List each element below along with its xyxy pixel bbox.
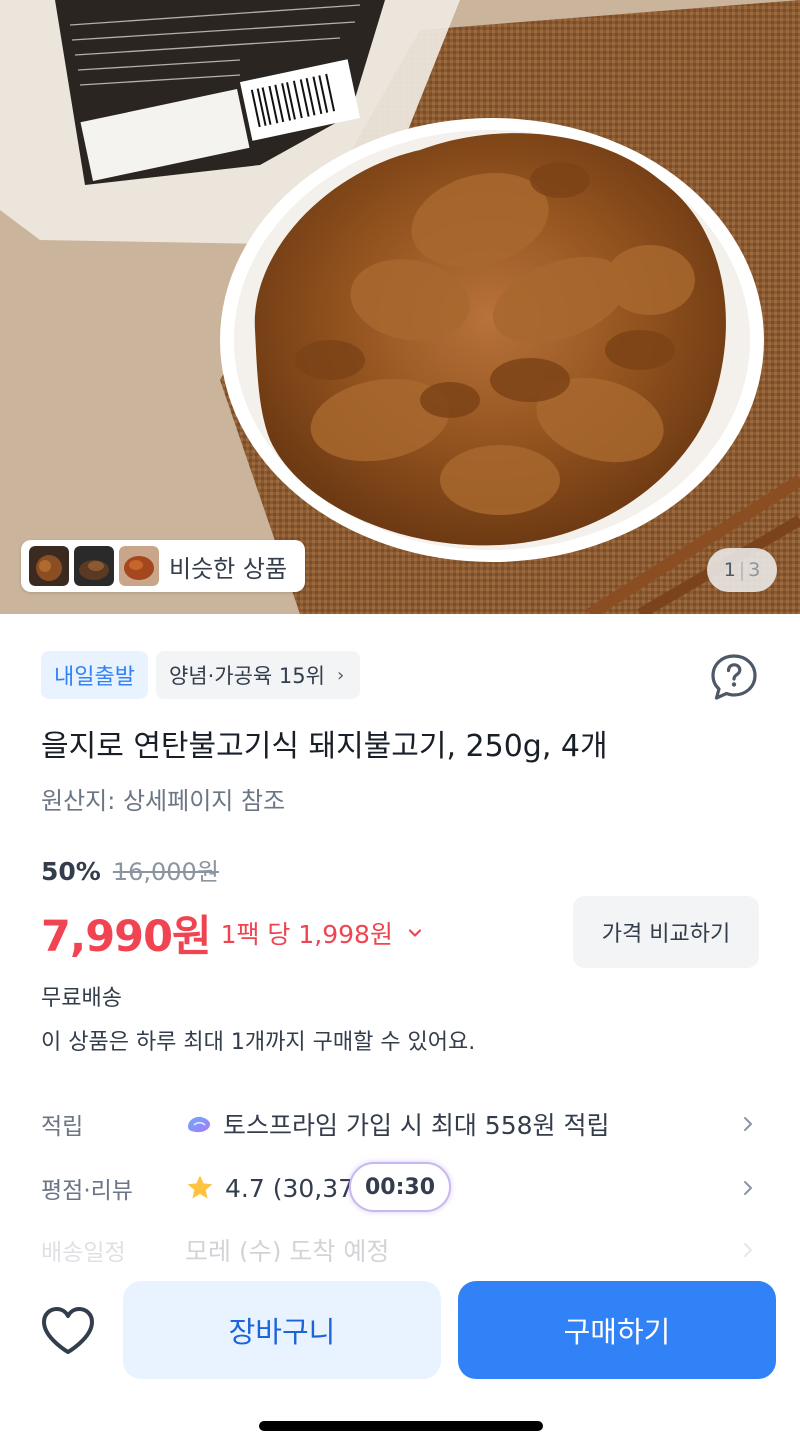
category-rank-label: 양념·가공육 15위 bbox=[168, 664, 325, 688]
chevron-right-icon bbox=[744, 1243, 752, 1257]
chevron-right-icon bbox=[744, 1181, 752, 1195]
heart-outline-icon[interactable] bbox=[38, 1302, 98, 1360]
discount-row: 50% 16,000원 bbox=[41, 852, 219, 887]
product-image-carousel[interactable]: 비슷한 상품 1 | 3 bbox=[0, 0, 800, 614]
purchase-limit-notice: 이 상품은 하루 최대 1개까지 구매할 수 있어요. bbox=[41, 1030, 476, 1055]
add-to-cart-button[interactable]: 장바구니 bbox=[123, 1281, 441, 1379]
chevron-right-icon: › bbox=[336, 664, 345, 686]
discount-rate: 50% bbox=[41, 857, 101, 886]
rating-label: 평점·리뷰 bbox=[41, 1178, 133, 1204]
similar-product-thumbnail bbox=[74, 546, 114, 586]
rating-value: 4.7 (30,37 bbox=[225, 1173, 355, 1203]
page-total: 3 bbox=[748, 559, 761, 581]
points-label: 적립 bbox=[41, 1114, 84, 1140]
rating-value-group: 4.7 (30,37 bbox=[185, 1173, 354, 1203]
buy-now-button[interactable]: 구매하기 bbox=[458, 1281, 776, 1379]
similar-products-label: 비슷한 상품 bbox=[169, 554, 288, 583]
product-photo bbox=[0, 0, 800, 614]
question-bubble-icon[interactable] bbox=[709, 652, 759, 702]
product-title: 을지로 연탄불고기식 돼지불고기, 250g, 4개 bbox=[41, 729, 608, 764]
similar-product-thumbnail bbox=[29, 546, 69, 586]
home-indicator bbox=[259, 1421, 543, 1431]
points-value-group: 토스프라임 가입 시 최대 558원 적립 bbox=[185, 1106, 609, 1142]
unit-price[interactable]: 1팩 당 1,998원 bbox=[221, 915, 393, 951]
points-value: 토스프라임 가입 시 최대 558원 적립 bbox=[223, 1111, 610, 1140]
price-row: 7,990원 1팩 당 1,998원 bbox=[41, 902, 423, 964]
price-compare-button[interactable]: 가격 비교하기 bbox=[573, 896, 759, 968]
shipping-fee: 무료배송 bbox=[41, 986, 122, 1011]
image-page-indicator: 1 | 3 bbox=[707, 548, 777, 592]
delivery-badge: 내일출발 bbox=[41, 651, 148, 699]
star-icon bbox=[187, 1175, 213, 1199]
chevron-right-icon bbox=[744, 1117, 752, 1131]
page-separator: | bbox=[738, 559, 746, 581]
page-current: 1 bbox=[723, 559, 736, 581]
points-row[interactable]: 적립 토스프라임 가입 시 최대 558원 적립 bbox=[41, 1102, 759, 1146]
similar-product-thumbnail bbox=[119, 546, 159, 586]
similar-products-button[interactable]: 비슷한 상품 bbox=[21, 540, 305, 592]
toss-prime-icon bbox=[188, 1116, 210, 1133]
category-rank-badge[interactable]: 양념·가공육 15위 › bbox=[155, 651, 361, 699]
sale-price: 7,990원 bbox=[41, 912, 212, 962]
original-price: 16,000원 bbox=[112, 858, 219, 886]
countdown-timer: 00:30 bbox=[349, 1162, 451, 1212]
badge-row: 내일출발 양념·가공육 15위 › bbox=[41, 651, 361, 699]
origin-info: 원산지: 상세페이지 참조 bbox=[41, 787, 286, 815]
chevron-down-icon[interactable] bbox=[407, 925, 423, 941]
